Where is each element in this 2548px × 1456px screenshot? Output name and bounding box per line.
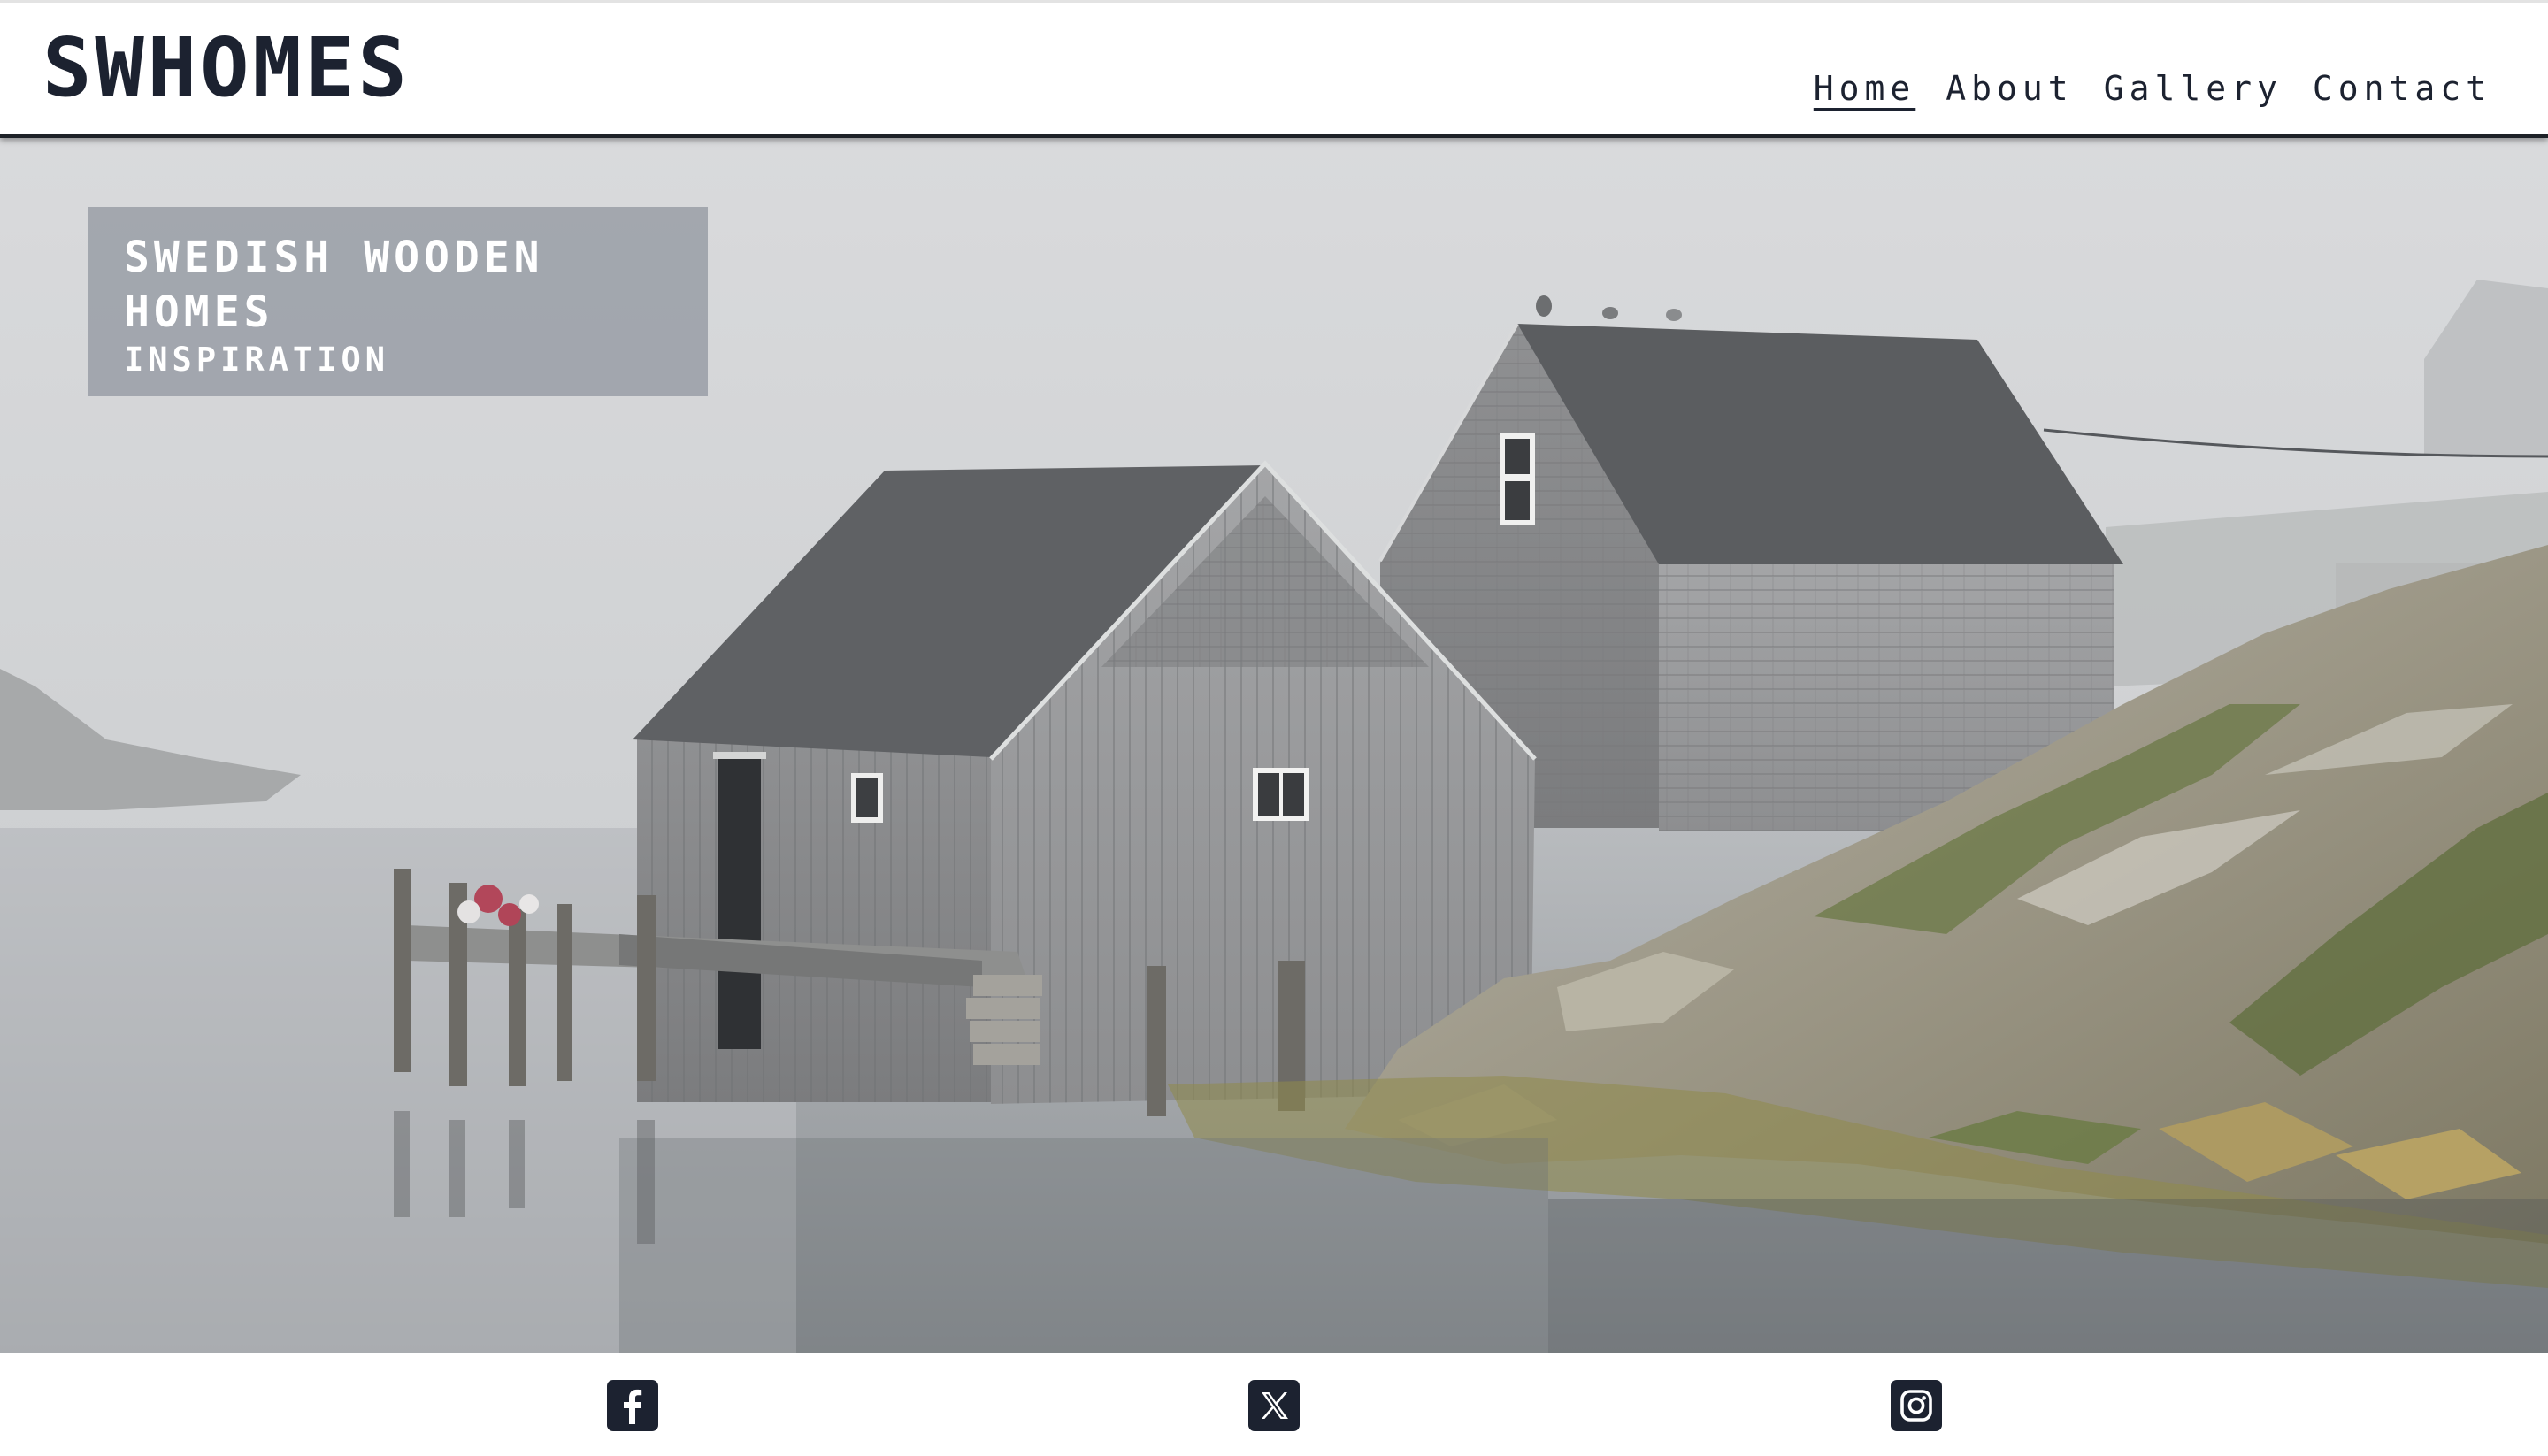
site-footer [0,1353,2548,1456]
x-icon[interactable] [1248,1380,1300,1431]
hero-section: SWEDISH WOODEN HOMES INSPIRATION [0,138,2548,1353]
nav-home[interactable]: Home [1814,72,1916,105]
hero-title: SWEDISH WOODEN HOMES [124,233,544,337]
site-logo[interactable]: SWHOMES [42,27,411,109]
instagram-icon[interactable] [1891,1380,1942,1431]
nav-about[interactable]: About [1946,72,2073,105]
nav-contact[interactable]: Contact [2313,72,2491,105]
hero-title-box: SWEDISH WOODEN HOMES INSPIRATION [88,207,708,396]
site-header: SWHOMES Home About Gallery Contact [0,0,2548,138]
nav-gallery[interactable]: Gallery [2104,72,2283,105]
main-nav: Home About Gallery Contact [1814,72,2491,105]
hero-subtitle: INSPIRATION [124,341,390,379]
facebook-icon[interactable] [607,1380,658,1431]
